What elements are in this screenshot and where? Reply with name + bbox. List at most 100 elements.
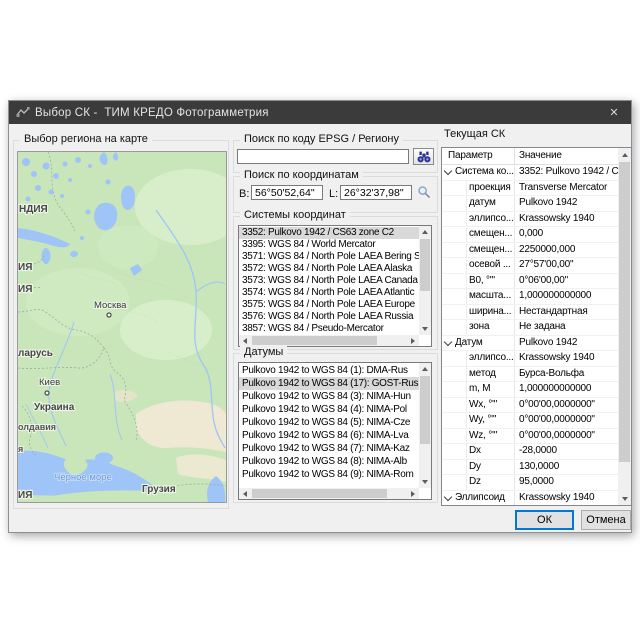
list-item[interactable]: 3395: WGS 84 / World Mercator [239, 239, 419, 251]
row-gutter [442, 243, 455, 258]
scroll-left-button[interactable] [239, 335, 251, 346]
scroll-down-button[interactable] [419, 476, 431, 488]
table-row[interactable]: эллипсо...Krassowsky 1940 [442, 351, 618, 367]
table-row[interactable]: осевой ...27°57'00,00" [442, 258, 618, 274]
table-row[interactable]: датумPulkovo 1942 [442, 196, 618, 212]
vertical-scrollbar[interactable] [618, 148, 631, 505]
coord-search-label: Поиск по координатам [240, 169, 363, 181]
table-row[interactable]: зонаНе задана [442, 320, 618, 336]
value-cell: Нестандартная [514, 305, 618, 320]
value-cell: Krassowsky 1940 [514, 351, 618, 366]
list-item[interactable]: Pulkovo 1942 to WGS 84 (6): NIMA-Lva [239, 429, 419, 442]
scroll-thumb[interactable] [420, 376, 430, 444]
row-gutter [442, 367, 455, 382]
vertical-scrollbar[interactable] [419, 363, 431, 488]
table-row[interactable]: m, M1,000000000000 [442, 382, 618, 398]
table-row[interactable]: проекцияTransverse Mercator [442, 181, 618, 197]
table-row[interactable]: ДатумPulkovo 1942 [442, 336, 618, 352]
table-row[interactable]: смещен...2250000,000 [442, 243, 618, 259]
table-row[interactable]: масшта...1,000000000000 [442, 289, 618, 305]
scroll-down-button[interactable] [618, 492, 631, 505]
chevron-down-icon[interactable] [444, 337, 452, 345]
map-label: ларусь [18, 348, 53, 359]
list-item[interactable]: 3575: WGS 84 / North Pole LAEA Europe [239, 299, 419, 311]
list-item[interactable]: Pulkovo 1942 to WGS 84 (5): NIMA-Cze [239, 416, 419, 429]
list-item[interactable]: Pulkovo 1942 to WGS 84 (17): GOST-Rus [239, 377, 419, 390]
table-row[interactable]: смещен...0,000 [442, 227, 618, 243]
triangle-left-icon [243, 491, 247, 497]
column-header-param[interactable]: Параметр [442, 148, 514, 164]
horizontal-scrollbar[interactable] [239, 335, 419, 346]
close-button[interactable]: ✕ [597, 101, 631, 124]
longitude-input[interactable] [340, 185, 412, 200]
row-gutter [442, 165, 455, 180]
titlebar[interactable]: Выбор СК - ТИМ КРЕДО Фотограмметрия ✕ [9, 101, 631, 124]
row-gutter [442, 274, 455, 289]
table-row[interactable]: Dy130,0000 [442, 460, 618, 476]
list-item[interactable]: 3572: WGS 84 / North Pole LAEA Alaska [239, 263, 419, 275]
table-row[interactable]: Wy, °'"0°00'00,0000000" [442, 413, 618, 429]
list-item[interactable]: Pulkovo 1942 to WGS 84 (4): NIMA-Pol [239, 403, 419, 416]
scroll-right-button[interactable] [407, 335, 419, 346]
map-canvas[interactable]: НДИЯИЯИЯМоскваларусьКиевУкраинаолдавияяЧ… [17, 151, 227, 503]
list-item[interactable]: Pulkovo 1942 to WGS 84 (9): NIMA-Rom [239, 468, 419, 481]
list-item[interactable]: 3574: WGS 84 / North Pole LAEA Atlantic [239, 287, 419, 299]
list-item[interactable]: Pulkovo 1942 to WGS 84 (8): NIMA-Alb [239, 455, 419, 468]
scroll-left-button[interactable] [239, 488, 251, 499]
list-item[interactable]: Pulkovo 1942 to WGS 84 (3): NIMA-Hun [239, 390, 419, 403]
scroll-up-button[interactable] [618, 148, 631, 161]
scroll-thumb[interactable] [252, 336, 377, 345]
scroll-right-button[interactable] [407, 488, 419, 499]
horizontal-scrollbar[interactable] [239, 488, 419, 499]
row-gutter [442, 351, 455, 366]
map-label: ИЯ [18, 490, 32, 501]
list-item[interactable]: 3576: WGS 84 / North Pole LAEA Russia [239, 311, 419, 323]
table-row[interactable]: Dz95,0000 [442, 475, 618, 491]
list-item[interactable]: 3352: Pulkovo 1942 / CS63 zone C2 [239, 227, 419, 239]
epsg-search-button[interactable] [413, 148, 434, 165]
value-cell: 2250000,000 [514, 243, 618, 258]
scroll-thumb[interactable] [252, 489, 387, 498]
table-row[interactable]: Wz, °'"0°00'00,0000000" [442, 429, 618, 445]
table-row[interactable]: методБурса-Вольфа [442, 367, 618, 383]
value-cell: Transverse Mercator [514, 181, 618, 196]
row-gutter [442, 460, 455, 475]
table-row[interactable]: В0, °'"0°06'00,00" [442, 274, 618, 290]
datums-groupbox: Датумы Pulkovo 1942 to WGS 84 (1): DMA-R… [233, 353, 438, 503]
row-gutter [442, 258, 455, 273]
value-cell: 0°00'00,0000000" [514, 398, 618, 413]
scroll-thumb[interactable] [619, 162, 630, 462]
latitude-input[interactable] [251, 185, 323, 200]
epsg-search-label: Поиск по коду EPSG / Региону [240, 133, 403, 145]
epsg-search-input[interactable] [237, 149, 409, 164]
list-item[interactable]: Pulkovo 1942 to WGS 84 (7): NIMA-Kaz [239, 442, 419, 455]
map-label: ИЯ [18, 262, 32, 273]
list-item[interactable]: 3571: WGS 84 / North Pole LAEA Bering Se… [239, 251, 419, 263]
ok-button[interactable]: ОК [515, 510, 574, 530]
chevron-down-icon[interactable] [444, 167, 452, 175]
list-item[interactable]: 3573: WGS 84 / North Pole LAEA Canada [239, 275, 419, 287]
coord-search-button[interactable] [416, 184, 433, 201]
table-row[interactable]: Dx-28,0000 [442, 444, 618, 460]
table-row[interactable]: эллипсо...Krassowsky 1940 [442, 212, 618, 228]
table-row[interactable]: ширина...Нестандартная [442, 305, 618, 321]
map-label: Киев [39, 377, 60, 388]
value-cell: Pulkovo 1942 [514, 196, 618, 211]
list-item[interactable]: Pulkovo 1942 to WGS 84 (1): DMA-Rus [239, 364, 419, 377]
list-item[interactable]: 3857: WGS 84 / Pseudo-Mercator [239, 323, 419, 335]
scroll-up-button[interactable] [419, 226, 431, 238]
triangle-right-icon [411, 491, 415, 497]
table-row[interactable]: Wx, °'"0°00'00,0000000" [442, 398, 618, 414]
table-row[interactable]: ЭллипсоидKrassowsky 1940 [442, 491, 618, 507]
scroll-thumb[interactable] [420, 239, 430, 291]
column-header-value[interactable]: Значение [514, 148, 618, 164]
chevron-down-icon[interactable] [444, 492, 452, 500]
cs-listbox[interactable]: 3352: Pulkovo 1942 / CS63 zone C23395: W… [238, 225, 432, 347]
cancel-button[interactable]: Отмена [581, 510, 631, 530]
scroll-down-button[interactable] [419, 323, 431, 335]
scroll-up-button[interactable] [419, 363, 431, 375]
vertical-scrollbar[interactable] [419, 226, 431, 335]
table-row[interactable]: Система ко...3352: Pulkovo 1942 / CS63 .… [442, 165, 618, 181]
datums-listbox[interactable]: Pulkovo 1942 to WGS 84 (1): DMA-RusPulko… [238, 362, 432, 500]
map-image: НДИЯИЯИЯМоскваларусьКиевУкраинаолдавияяЧ… [18, 152, 226, 502]
